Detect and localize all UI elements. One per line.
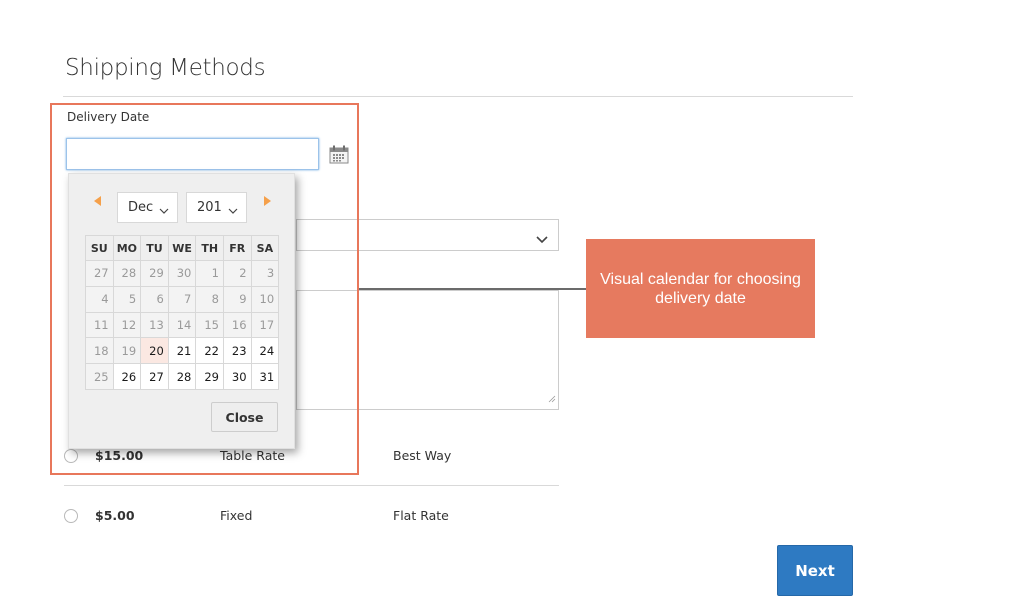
calendar-day-disabled: 10: [250, 285, 280, 313]
calendar-day[interactable]: 27: [140, 363, 169, 390]
weekday-label: TH: [195, 235, 224, 261]
calendar-day-disabled: 16: [222, 311, 252, 339]
calendar-close-button[interactable]: Close: [211, 402, 278, 432]
calendar-week-row: 11 12 13 14 15 16 17: [85, 311, 280, 339]
weekday-label: SU: [85, 235, 114, 261]
shipping-option-row[interactable]: $5.00 Fixed Flat Rate: [62, 501, 559, 531]
prev-month-icon[interactable]: [94, 196, 101, 206]
delivery-date-label: Delivery Date: [67, 110, 150, 124]
weekday-label: MO: [112, 235, 142, 261]
shipping-select[interactable]: [296, 219, 559, 251]
shipping-price: $15.00: [95, 448, 144, 463]
calendar-day-disabled: 27: [85, 260, 114, 287]
next-month-icon[interactable]: [264, 196, 271, 206]
calendar-day-disabled: 3: [250, 260, 280, 287]
calendar-day-disabled: 25: [85, 363, 114, 390]
calendar-week-row: 4 5 6 7 8 9 10: [85, 285, 280, 313]
row-divider: [64, 485, 559, 486]
weekday-label: WE: [167, 235, 197, 261]
calendar-day[interactable]: 21: [167, 337, 197, 365]
calendar-day-disabled: 18: [85, 337, 114, 365]
calendar-week-row: 25 26 27 28 29 30 31: [85, 363, 280, 390]
calendar-icon[interactable]: [329, 144, 349, 164]
calendar-day-disabled: 6: [140, 285, 169, 313]
calendar-day-disabled: 14: [167, 311, 197, 339]
annotation-callout: Visual calendar for choosing delivery da…: [586, 239, 815, 338]
comment-textarea[interactable]: [296, 290, 559, 410]
calendar-week-row: 27 28 29 30 1 2 3: [85, 260, 280, 287]
shipping-method: Fixed: [220, 508, 253, 523]
weekday-header-row: SU MO TU WE TH FR SA: [85, 235, 280, 261]
calendar-day-disabled: 1: [195, 260, 224, 287]
calendar-day-disabled: 15: [195, 311, 224, 339]
page-title: Shipping Methods: [65, 55, 266, 81]
calendar-day-disabled: 9: [222, 285, 252, 313]
shipping-option-radio[interactable]: [64, 449, 78, 463]
calendar-day[interactable]: 23: [222, 337, 252, 365]
calendar-day-disabled: 4: [85, 285, 114, 313]
calendar-day-disabled: 13: [140, 311, 169, 339]
calendar-day-disabled: 19: [112, 337, 142, 365]
calendar-day-disabled: 12: [112, 311, 142, 339]
calendar-day-today[interactable]: 20: [140, 337, 169, 365]
calendar-day[interactable]: 24: [250, 337, 280, 365]
calendar-day[interactable]: 29: [195, 363, 224, 390]
shipping-option-radio[interactable]: [64, 509, 78, 523]
title-divider: [63, 96, 853, 97]
calendar-day-disabled: 11: [85, 311, 114, 339]
weekday-label: TU: [140, 235, 169, 261]
calendar-day-disabled: 5: [112, 285, 142, 313]
chevron-down-icon: [159, 204, 169, 219]
year-select-value: 201: [197, 200, 222, 215]
datepicker-popup: Dec 201 SU MO TU WE TH FR SA 27 28 29 30 1 2 3…: [68, 173, 295, 449]
month-select[interactable]: Dec: [117, 192, 178, 223]
shipping-carrier: Best Way: [393, 448, 452, 463]
calendar-day-disabled: 7: [167, 285, 197, 313]
shipping-carrier: Flat Rate: [393, 508, 449, 523]
calendar-day-disabled: 28: [112, 260, 142, 287]
calendar-day[interactable]: 30: [222, 363, 252, 390]
calendar-day-disabled: 30: [167, 260, 197, 287]
calendar-day[interactable]: 31: [250, 363, 280, 390]
next-button[interactable]: Next: [777, 545, 853, 596]
calendar-day-disabled: 2: [222, 260, 252, 287]
calendar-day-disabled: 17: [250, 311, 280, 339]
year-select[interactable]: 201: [186, 192, 247, 223]
resize-grip-icon[interactable]: [548, 388, 556, 407]
delivery-date-input[interactable]: [66, 138, 319, 170]
calendar-day[interactable]: 22: [195, 337, 224, 365]
chevron-down-icon: [228, 204, 238, 219]
calendar-grid: SU MO TU WE TH FR SA 27 28 29 30 1 2 3 4 5 6 7 8 9 10…: [85, 235, 280, 390]
annotation-connector-line: [358, 288, 586, 290]
month-select-value: Dec: [128, 200, 154, 215]
chevron-down-icon: [536, 229, 548, 248]
calendar-day[interactable]: 28: [167, 363, 197, 390]
shipping-method: Table Rate: [220, 448, 285, 463]
calendar-week-row: 18 19 20 21 22 23 24: [85, 337, 280, 365]
callout-text: Visual calendar for choosing delivery da…: [600, 270, 801, 307]
calendar-day[interactable]: 26: [112, 363, 142, 390]
calendar-weeks: 27 28 29 30 1 2 3 4 5 6 7 8 9 10 11 12 13 14 15 16 17 18 19 20 2…: [85, 260, 280, 390]
calendar-day-disabled: 29: [140, 260, 169, 287]
shipping-price: $5.00: [95, 508, 135, 523]
calendar-day-disabled: 8: [195, 285, 224, 313]
weekday-label: FR: [222, 235, 252, 261]
weekday-label: SA: [250, 235, 280, 261]
